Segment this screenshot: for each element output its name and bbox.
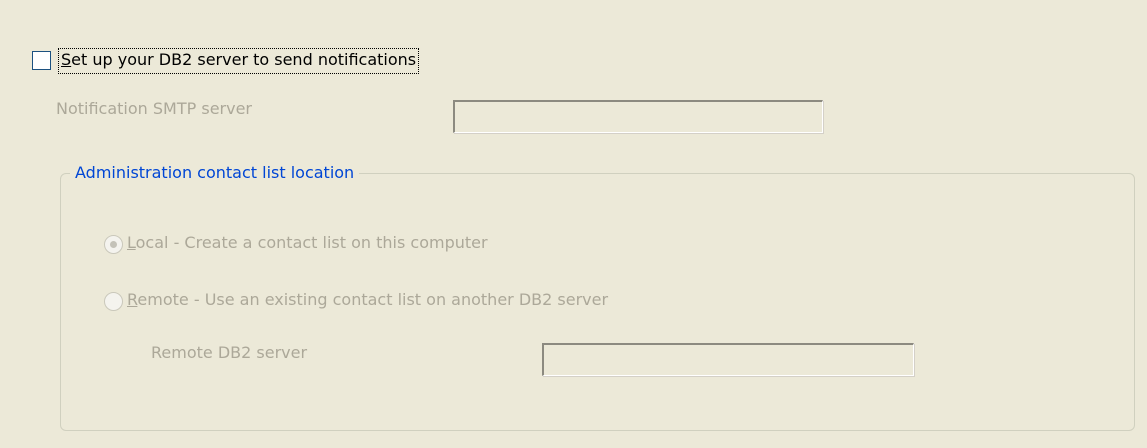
send-notifications-mnemonic: S (61, 50, 72, 69)
remote-mnemonic: R (127, 290, 138, 309)
local-radio-label[interactable]: Local - Create a contact list on this co… (127, 231, 488, 255)
smtp-server-label: Notification SMTP server (56, 99, 253, 118)
send-notifications-label[interactable]: Set up your DB2 server to send notificat… (58, 48, 420, 74)
contact-list-group-title: Administration contact list location (70, 161, 360, 185)
smtp-server-input[interactable] (453, 100, 823, 133)
local-radio[interactable] (104, 235, 123, 254)
local-mnemonic: L (127, 233, 136, 252)
send-notifications-label-text: et up your DB2 server to send notificati… (71, 50, 417, 69)
local-label-text: ocal - Create a contact list on this com… (135, 233, 488, 252)
remote-server-input[interactable] (542, 343, 914, 376)
remote-radio[interactable] (104, 292, 123, 311)
remote-server-label: Remote DB2 server (151, 343, 308, 362)
remote-radio-label[interactable]: Remote - Use an existing contact list on… (127, 288, 608, 312)
send-notifications-checkbox[interactable] (32, 51, 51, 70)
remote-label-text: emote - Use an existing contact list on … (137, 290, 609, 309)
local-radio-dot (110, 241, 117, 248)
